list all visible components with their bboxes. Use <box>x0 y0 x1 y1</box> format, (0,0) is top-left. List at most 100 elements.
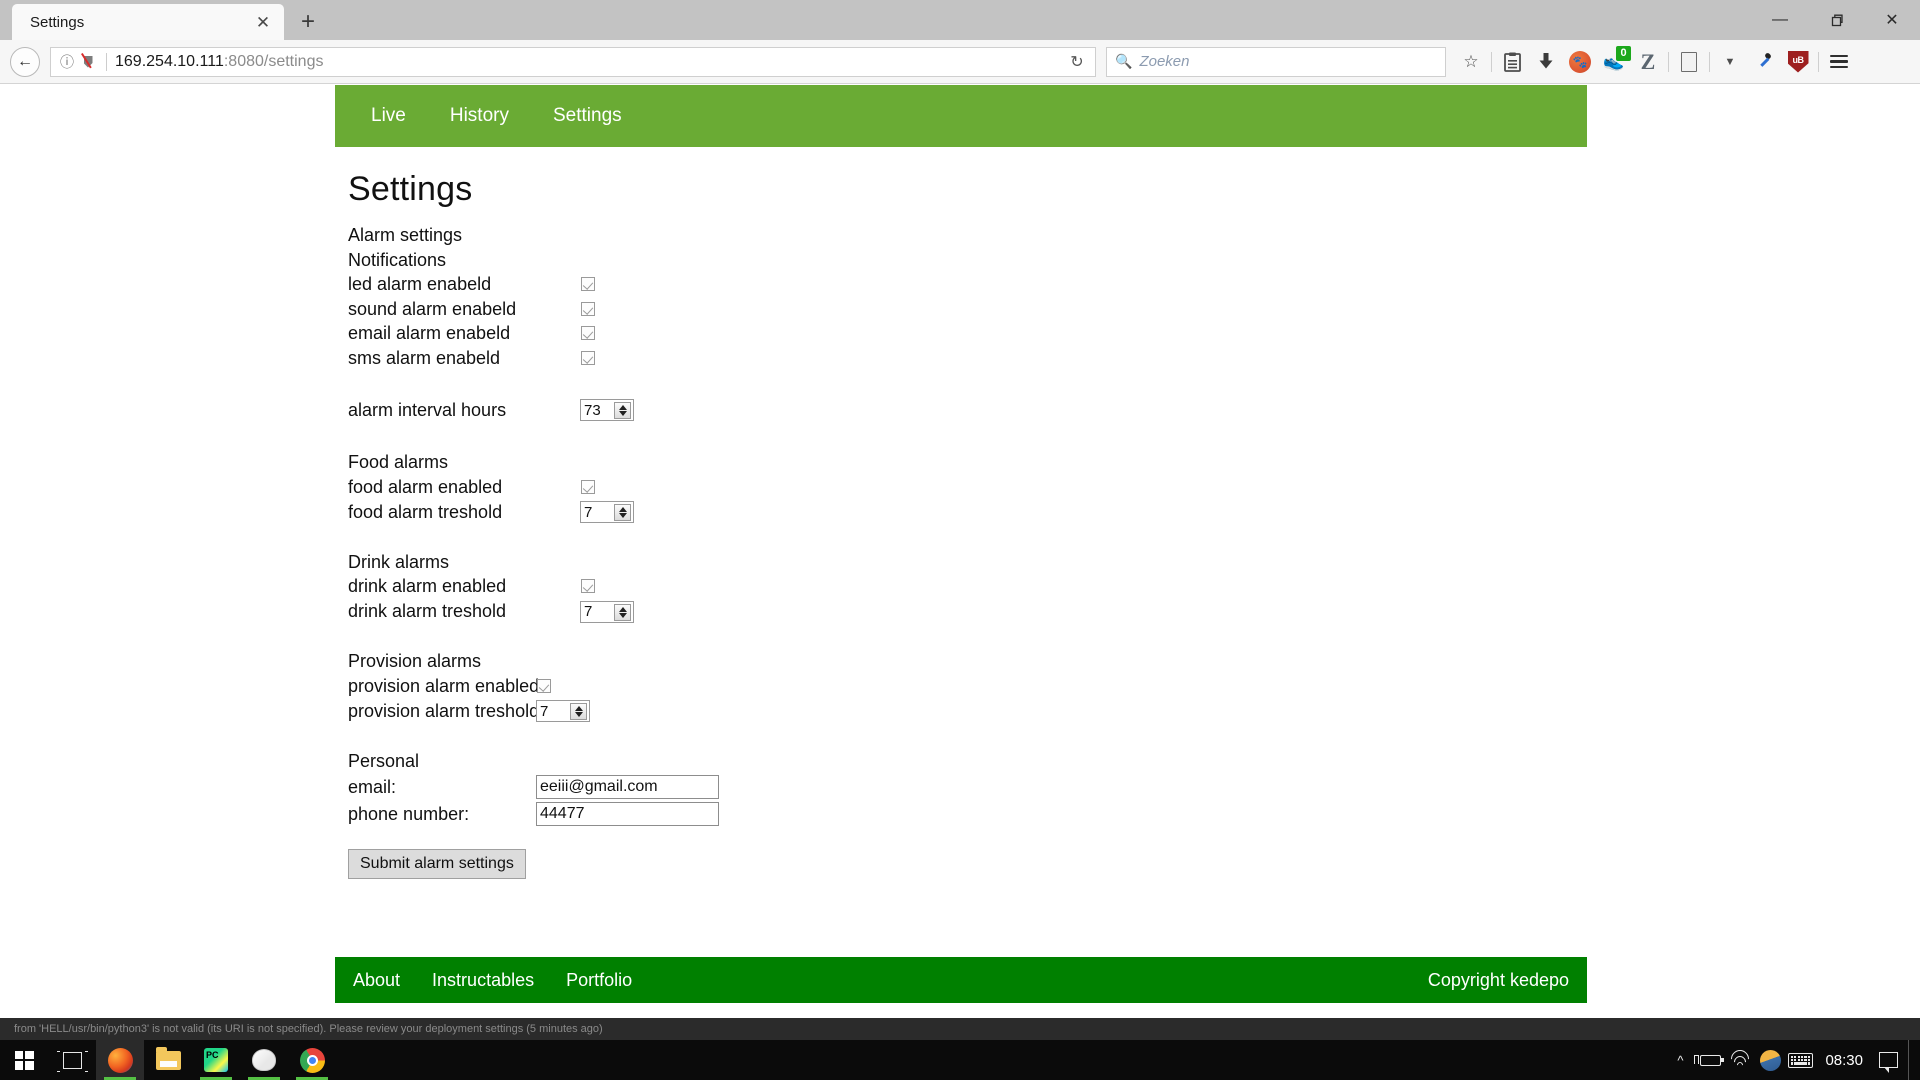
download-arrow-icon[interactable] <box>1529 45 1563 79</box>
led-alarm-checkbox[interactable] <box>581 277 595 292</box>
star-icon[interactable]: ☆ <box>1454 45 1488 79</box>
shoe-extension-icon[interactable]: 👟 0 <box>1597 45 1631 79</box>
battery-charging-icon[interactable] <box>1693 1040 1725 1080</box>
taskbar-app-firefox[interactable] <box>96 1040 144 1080</box>
file-explorer-icon <box>155 1046 181 1070</box>
drink-alarm-enabled-checkbox[interactable] <box>581 579 595 594</box>
keyboard-icon[interactable] <box>1785 1040 1815 1080</box>
shield-slash-icon[interactable] <box>78 52 98 72</box>
ublock-origin-icon[interactable]: uB <box>1781 45 1815 79</box>
wifi-icon[interactable] <box>1725 1040 1755 1080</box>
footer-link-instructables[interactable]: Instructables <box>432 970 534 991</box>
stepper-down-icon[interactable] <box>574 712 583 717</box>
notification-icon[interactable] <box>1873 1040 1904 1080</box>
sms-alarm-label: sms alarm enabeld <box>348 347 501 368</box>
info-icon[interactable]: ⓘ <box>57 52 77 72</box>
drink-alarm-threshold-spinner[interactable]: 7 <box>580 600 634 623</box>
provision-alarm-enabled-checkbox[interactable] <box>537 678 551 693</box>
pycharm-icon: PC <box>204 1048 228 1072</box>
row-drink-enabled: drink alarm enabled <box>348 574 1448 599</box>
site-navigation: Live History Settings <box>335 85 1587 147</box>
toolbar-divider-4 <box>1818 51 1819 72</box>
url-path: :8080/settings <box>223 52 324 70</box>
taskbar-app-file-explorer[interactable] <box>144 1040 192 1080</box>
taskbar-app-paint[interactable] <box>240 1040 288 1080</box>
weather-icon[interactable] <box>1755 1040 1785 1080</box>
new-tab-button[interactable]: + <box>292 7 324 37</box>
sms-alarm-checkbox[interactable] <box>581 350 595 365</box>
nav-link-live[interactable]: Live <box>349 85 428 147</box>
site-footer: About Instructables Portfolio Copyright … <box>335 957 1587 1003</box>
row-led-alarm: led alarm enabeld <box>348 272 1448 297</box>
stepper-up-icon[interactable] <box>618 606 627 612</box>
provision-alarm-threshold-spinner[interactable]: 7 <box>536 700 590 722</box>
alarm-interval-stepper[interactable] <box>614 402 631 419</box>
taskbar-app-pycharm[interactable]: PC <box>192 1040 240 1080</box>
search-bar[interactable]: 🔍 Zoeken <box>1106 46 1446 77</box>
task-view-icon[interactable] <box>48 1040 96 1080</box>
section-provision-alarms: Provision alarms provision alarm enabled… <box>348 649 1448 724</box>
stepper-up-icon[interactable] <box>618 507 627 512</box>
alarm-interval-spinner[interactable]: 73 <box>580 399 634 421</box>
row-email-alarm: email alarm enabeld <box>348 321 1448 346</box>
tab-close-icon[interactable]: ✕ <box>248 7 278 37</box>
section-drink-alarms: Drink alarms drink alarm enabled drink a… <box>348 550 1448 625</box>
footer-link-portfolio[interactable]: Portfolio <box>566 970 632 991</box>
row-provision-threshold: provision alarm treshold 7 <box>348 698 1448 724</box>
background-window-strip[interactable]: from 'HELL/usr/bin/python3' is not valid… <box>0 1018 1920 1040</box>
back-button[interactable]: ← <box>10 46 40 77</box>
drink-threshold-stepper[interactable] <box>614 603 631 621</box>
stepper-up-icon[interactable] <box>618 405 627 410</box>
alarm-settings-heading: Alarm settings <box>348 225 463 245</box>
nav-link-settings[interactable]: Settings <box>531 85 644 147</box>
submit-alarm-settings-button[interactable]: Submit alarm settings <box>348 849 526 879</box>
drink-alarms-heading: Drink alarms <box>348 551 450 572</box>
close-window-button[interactable]: ✕ <box>1864 0 1920 40</box>
alarm-interval-value: 73 <box>584 401 601 419</box>
chevron-down-icon[interactable]: ▼ <box>1713 45 1747 79</box>
row-sms-alarm: sms alarm enabeld <box>348 346 1448 371</box>
stepper-up-icon[interactable] <box>574 706 583 711</box>
minimize-button[interactable]: — <box>1752 0 1808 40</box>
library-icon[interactable] <box>1495 45 1529 79</box>
web-page: Live History Settings Settings Alarm set… <box>0 85 1920 1040</box>
stepper-down-icon[interactable] <box>618 411 627 416</box>
nav-link-history[interactable]: History <box>428 85 531 147</box>
taskbar-app-chrome[interactable] <box>288 1040 336 1080</box>
stepper-down-icon[interactable] <box>618 612 627 618</box>
food-threshold-stepper[interactable] <box>614 504 631 521</box>
windows-start-icon[interactable] <box>0 1040 48 1080</box>
row-food-enabled: food alarm enabled <box>348 475 1448 500</box>
email-alarm-checkbox[interactable] <box>581 326 595 341</box>
food-alarm-enabled-checkbox[interactable] <box>581 479 595 494</box>
stepper-down-icon[interactable] <box>618 513 627 518</box>
document-icon[interactable] <box>1672 45 1706 79</box>
row-drink-threshold: drink alarm treshold 7 <box>348 599 1448 625</box>
footer-copyright: Copyright kedepo <box>1427 969 1569 990</box>
restore-button[interactable] <box>1808 0 1864 40</box>
duckduckgo-icon[interactable]: 🐾 <box>1563 45 1597 79</box>
window-controls: — ✕ <box>1752 0 1920 40</box>
section-alarm-settings: Alarm settings Notifications led alarm e… <box>348 223 1448 426</box>
browser-tab-settings[interactable]: Settings ✕ <box>12 4 284 40</box>
sound-alarm-label: sound alarm enabeld <box>348 298 517 319</box>
sound-alarm-checkbox[interactable] <box>581 301 595 316</box>
footer-link-about[interactable]: About <box>353 970 400 991</box>
phone-number-field[interactable] <box>536 802 719 826</box>
firefox-icon <box>107 1047 133 1073</box>
address-bar[interactable]: ⓘ 169.254.10.111:8080/settings ↻ <box>50 46 1096 77</box>
zotero-icon[interactable]: Z <box>1631 45 1665 79</box>
provision-threshold-stepper[interactable] <box>570 703 587 720</box>
hamburger-menu-icon[interactable] <box>1822 45 1856 79</box>
email-field[interactable] <box>536 775 719 799</box>
eyedropper-icon[interactable] <box>1747 45 1781 79</box>
paint-icon <box>252 1049 276 1071</box>
chevron-up-icon[interactable]: ^ <box>1665 1040 1695 1080</box>
system-tray: ^ 08:30 <box>1665 1040 1920 1080</box>
reload-icon[interactable]: ↻ <box>1065 50 1089 74</box>
show-desktop-button[interactable] <box>1908 1040 1914 1080</box>
taskbar-clock[interactable]: 08:30 <box>1815 1052 1873 1069</box>
food-alarm-threshold-spinner[interactable]: 7 <box>580 501 634 523</box>
